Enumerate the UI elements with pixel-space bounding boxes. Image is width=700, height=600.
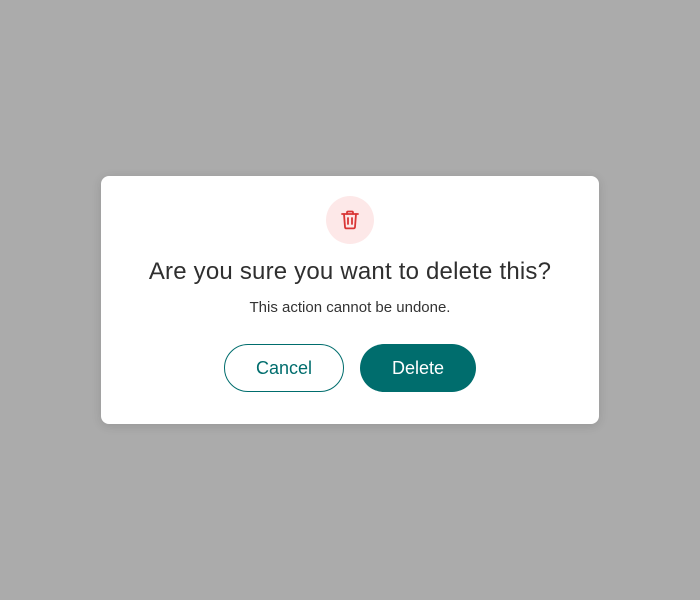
trash-icon xyxy=(341,210,359,230)
cancel-button[interactable]: Cancel xyxy=(224,344,344,392)
confirm-delete-dialog: Are you sure you want to delete this? Th… xyxy=(101,176,599,424)
dialog-title: Are you sure you want to delete this? xyxy=(148,258,552,285)
modal-overlay[interactable]: Are you sure you want to delete this? Th… xyxy=(0,0,700,600)
dialog-message: This action cannot be undone. xyxy=(249,299,451,316)
trash-icon-badge xyxy=(326,196,374,244)
delete-button[interactable]: Delete xyxy=(360,344,476,392)
